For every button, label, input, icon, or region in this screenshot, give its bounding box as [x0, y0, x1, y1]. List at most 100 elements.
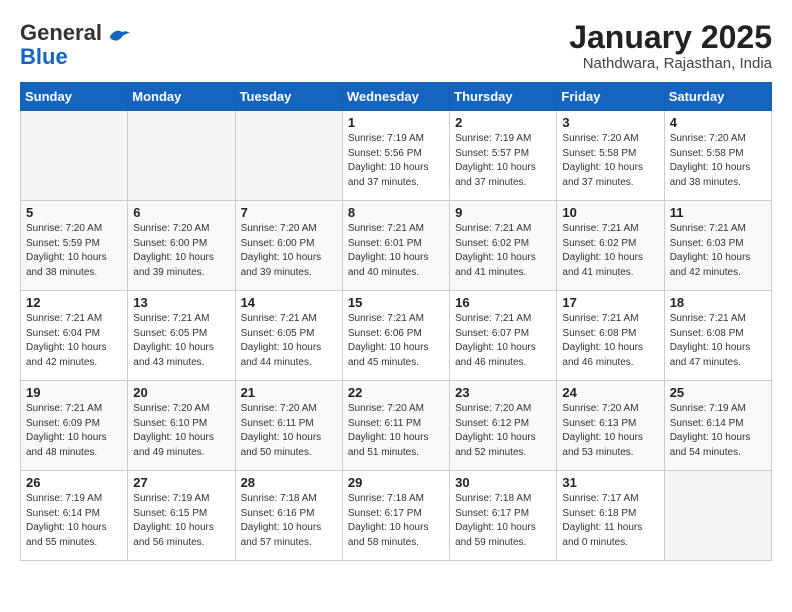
calendar-week-row: 12 Sunrise: 7:21 AM Sunset: 6:04 PM Dayli… [21, 291, 772, 381]
day-info: Sunrise: 7:20 AM Sunset: 6:11 PM Dayligh… [348, 402, 444, 460]
column-header-sunday: Sunday [21, 83, 128, 111]
calendar-cell: 1Sunrise: 7:19 AM Sunset: 5:56 PM Daylig… [342, 111, 449, 201]
day-number: 12 [26, 295, 122, 310]
calendar-cell: 25Sunrise: 7:19 AM Sunset: 6:14 PM Dayli… [664, 381, 771, 471]
calendar-cell: 23 Sunrise: 7:20 AM Sunset: 6:12 PM Dayli… [450, 381, 557, 471]
day-number: 25 [670, 385, 766, 400]
day-number: 1 [348, 115, 444, 130]
day-number: 6 [133, 205, 229, 220]
day-number: 13 [133, 295, 229, 310]
day-info: Sunrise: 7:20 AM Sunset: 5:59 PM Dayligh… [26, 222, 122, 280]
calendar-cell: 31Sunrise: 7:17 AM Sunset: 6:18 PM Dayli… [557, 471, 664, 561]
calendar-cell [21, 111, 128, 201]
calendar-cell: 20 Sunrise: 7:20 AM Sunset: 6:10 PM Dayli… [128, 381, 235, 471]
day-info: Sunrise: 7:19 AM Sunset: 6:15 PM Dayligh… [133, 492, 229, 550]
calendar-cell: 14 Sunrise: 7:21 AM Sunset: 6:05 PM Dayli… [235, 291, 342, 381]
calendar-cell: 28 Sunrise: 7:18 AM Sunset: 6:16 PM Dayli… [235, 471, 342, 561]
day-info: Sunrise: 7:21 AM Sunset: 6:01 PM Dayligh… [348, 222, 444, 280]
calendar-cell: 19 Sunrise: 7:21 AM Sunset: 6:09 PM Dayli… [21, 381, 128, 471]
logo-bird-icon [108, 28, 130, 44]
column-header-monday: Monday [128, 83, 235, 111]
day-info: Sunrise: 7:21 AM Sunset: 6:05 PM Dayligh… [133, 312, 229, 370]
day-info: Sunrise: 7:21 AM Sunset: 6:09 PM Dayligh… [26, 402, 122, 460]
calendar-cell: 4 Sunrise: 7:20 AM Sunset: 5:58 PM Daylig… [664, 111, 771, 201]
calendar-cell: 11Sunrise: 7:21 AM Sunset: 6:03 PM Dayli… [664, 201, 771, 291]
day-number: 19 [26, 385, 122, 400]
day-number: 21 [241, 385, 337, 400]
day-number: 31 [562, 475, 658, 490]
day-info: Sunrise: 7:20 AM Sunset: 6:00 PM Dayligh… [241, 222, 337, 280]
calendar-cell: 12 Sunrise: 7:21 AM Sunset: 6:04 PM Dayli… [21, 291, 128, 381]
calendar-cell: 17Sunrise: 7:21 AM Sunset: 6:08 PM Dayli… [557, 291, 664, 381]
location-subtitle: Nathdwara, Rajasthan, India [569, 55, 772, 72]
calendar-header-row: SundayMondayTuesdayWednesdayThursdayFrid… [21, 83, 772, 111]
day-number: 23 [455, 385, 551, 400]
calendar-week-row: 19 Sunrise: 7:21 AM Sunset: 6:09 PM Dayli… [21, 381, 772, 471]
day-info: Sunrise: 7:20 AM Sunset: 6:11 PM Dayligh… [241, 402, 337, 460]
day-number: 17 [562, 295, 658, 310]
month-title: January 2025 [569, 20, 772, 55]
day-info: Sunrise: 7:21 AM Sunset: 6:07 PM Dayligh… [455, 312, 551, 370]
day-info: Sunrise: 7:18 AM Sunset: 6:16 PM Dayligh… [241, 492, 337, 550]
logo: General Blue [20, 20, 130, 68]
day-info: Sunrise: 7:21 AM Sunset: 6:05 PM Dayligh… [241, 312, 337, 370]
calendar-cell: 6Sunrise: 7:20 AM Sunset: 6:00 PM Daylig… [128, 201, 235, 291]
day-number: 4 [670, 115, 766, 130]
day-number: 10 [562, 205, 658, 220]
day-number: 5 [26, 205, 122, 220]
day-number: 24 [562, 385, 658, 400]
calendar-cell: 18 Sunrise: 7:21 AM Sunset: 6:08 PM Dayli… [664, 291, 771, 381]
calendar-cell: 2Sunrise: 7:19 AM Sunset: 5:57 PM Daylig… [450, 111, 557, 201]
day-info: Sunrise: 7:21 AM Sunset: 6:06 PM Dayligh… [348, 312, 444, 370]
column-header-friday: Friday [557, 83, 664, 111]
day-number: 15 [348, 295, 444, 310]
calendar-cell [128, 111, 235, 201]
day-info: Sunrise: 7:18 AM Sunset: 6:17 PM Dayligh… [348, 492, 444, 550]
day-number: 29 [348, 475, 444, 490]
calendar-cell: 15 Sunrise: 7:21 AM Sunset: 6:06 PM Dayli… [342, 291, 449, 381]
day-number: 16 [455, 295, 551, 310]
day-number: 20 [133, 385, 229, 400]
day-number: 9 [455, 205, 551, 220]
page-header: General Blue January 2025 Nathdwara, Raj… [20, 20, 772, 72]
day-info: Sunrise: 7:19 AM Sunset: 5:57 PM Dayligh… [455, 132, 551, 190]
day-number: 8 [348, 205, 444, 220]
calendar-cell: 8 Sunrise: 7:21 AM Sunset: 6:01 PM Daylig… [342, 201, 449, 291]
column-header-tuesday: Tuesday [235, 83, 342, 111]
calendar-cell [664, 471, 771, 561]
column-header-thursday: Thursday [450, 83, 557, 111]
calendar-cell: 7 Sunrise: 7:20 AM Sunset: 6:00 PM Daylig… [235, 201, 342, 291]
day-number: 27 [133, 475, 229, 490]
day-number: 3 [562, 115, 658, 130]
calendar-cell: 10Sunrise: 7:21 AM Sunset: 6:02 PM Dayli… [557, 201, 664, 291]
day-info: Sunrise: 7:21 AM Sunset: 6:02 PM Dayligh… [455, 222, 551, 280]
calendar-cell: 5 Sunrise: 7:20 AM Sunset: 5:59 PM Daylig… [21, 201, 128, 291]
day-info: Sunrise: 7:18 AM Sunset: 6:17 PM Dayligh… [455, 492, 551, 550]
calendar-cell: 9 Sunrise: 7:21 AM Sunset: 6:02 PM Daylig… [450, 201, 557, 291]
day-number: 14 [241, 295, 337, 310]
logo-blue-text: Blue [20, 46, 68, 68]
calendar-week-row: 1Sunrise: 7:19 AM Sunset: 5:56 PM Daylig… [21, 111, 772, 201]
day-info: Sunrise: 7:21 AM Sunset: 6:04 PM Dayligh… [26, 312, 122, 370]
day-info: Sunrise: 7:20 AM Sunset: 6:12 PM Dayligh… [455, 402, 551, 460]
day-number: 26 [26, 475, 122, 490]
day-number: 28 [241, 475, 337, 490]
calendar-cell [235, 111, 342, 201]
day-info: Sunrise: 7:19 AM Sunset: 6:14 PM Dayligh… [26, 492, 122, 550]
calendar-week-row: 5 Sunrise: 7:20 AM Sunset: 5:59 PM Daylig… [21, 201, 772, 291]
calendar-cell: 16 Sunrise: 7:21 AM Sunset: 6:07 PM Dayli… [450, 291, 557, 381]
day-info: Sunrise: 7:20 AM Sunset: 5:58 PM Dayligh… [670, 132, 766, 190]
calendar-cell: 3Sunrise: 7:20 AM Sunset: 5:58 PM Daylig… [557, 111, 664, 201]
day-info: Sunrise: 7:20 AM Sunset: 6:10 PM Dayligh… [133, 402, 229, 460]
calendar-cell: 26 Sunrise: 7:19 AM Sunset: 6:14 PM Dayli… [21, 471, 128, 561]
calendar-cell: 13 Sunrise: 7:21 AM Sunset: 6:05 PM Dayli… [128, 291, 235, 381]
day-number: 18 [670, 295, 766, 310]
day-info: Sunrise: 7:21 AM Sunset: 6:08 PM Dayligh… [670, 312, 766, 370]
day-number: 11 [670, 205, 766, 220]
day-number: 7 [241, 205, 337, 220]
day-number: 30 [455, 475, 551, 490]
column-header-saturday: Saturday [664, 83, 771, 111]
day-number: 22 [348, 385, 444, 400]
calendar-cell: 22 Sunrise: 7:20 AM Sunset: 6:11 PM Dayli… [342, 381, 449, 471]
calendar-cell: 27 Sunrise: 7:19 AM Sunset: 6:15 PM Dayli… [128, 471, 235, 561]
